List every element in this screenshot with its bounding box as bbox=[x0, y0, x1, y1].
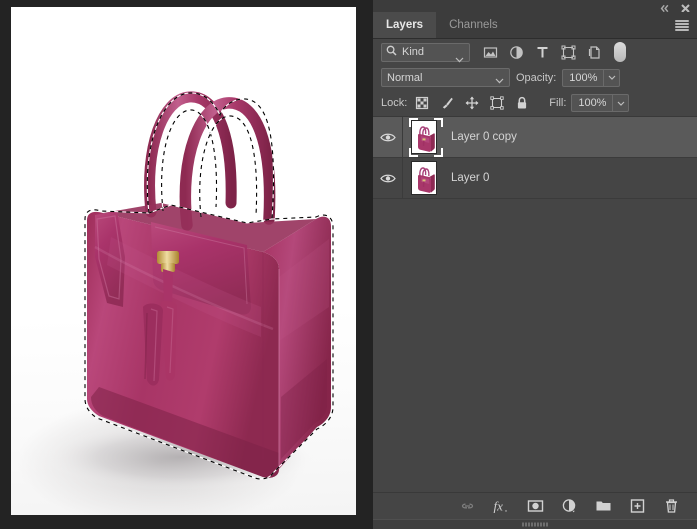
lock-label: Lock: bbox=[381, 97, 408, 109]
chain-link-icon[interactable] bbox=[459, 498, 475, 514]
half-circle-icon[interactable] bbox=[561, 498, 577, 514]
table-row[interactable]: Layer 0 bbox=[373, 158, 697, 199]
opacity-input[interactable]: 100% bbox=[562, 68, 605, 87]
handbag-image bbox=[11, 7, 356, 515]
trash-icon[interactable] bbox=[663, 498, 679, 514]
layer-thumbnail bbox=[411, 120, 437, 154]
search-icon bbox=[386, 43, 397, 61]
half-circle-icon[interactable] bbox=[509, 45, 524, 60]
layer-thumbnail-cell[interactable] bbox=[403, 158, 445, 198]
tab-channels-label: Channels bbox=[449, 19, 498, 31]
fill-input[interactable]: 100% bbox=[571, 94, 614, 112]
tab-layers-label: Layers bbox=[386, 19, 424, 31]
fx-icon[interactable]: fx bbox=[493, 498, 509, 514]
blend-mode-select[interactable]: Normal bbox=[381, 68, 510, 87]
layer-visibility-toggle[interactable] bbox=[373, 158, 403, 198]
move-arrows-icon[interactable] bbox=[465, 96, 479, 110]
fill-stepper[interactable] bbox=[613, 94, 630, 112]
table-row[interactable]: Layer 0 copy bbox=[373, 117, 697, 158]
chevron-down-icon bbox=[455, 50, 464, 68]
blend-mode-row: Normal Opacity: 100% bbox=[373, 65, 697, 90]
opacity-label: Opacity: bbox=[516, 71, 557, 84]
handbag-artwork bbox=[41, 91, 334, 491]
close-icon[interactable] bbox=[680, 1, 691, 13]
document-area bbox=[0, 0, 373, 529]
layer-name: Layer 0 copy bbox=[451, 131, 517, 143]
collapse-to-icons-icon[interactable] bbox=[659, 1, 670, 12]
tab-layers[interactable]: Layers bbox=[373, 12, 437, 38]
layers-panel-body: Kind Normal Opacity: 100% Lock: Fill: 10… bbox=[373, 39, 697, 529]
svg-text:fx: fx bbox=[494, 499, 504, 514]
brush-icon[interactable] bbox=[440, 96, 454, 110]
panel-resize-grip[interactable] bbox=[373, 519, 697, 529]
dock-titlebar bbox=[373, 0, 697, 13]
mask-rect-icon[interactable] bbox=[527, 498, 544, 514]
tab-channels[interactable]: Channels bbox=[436, 12, 511, 38]
eye-icon bbox=[379, 133, 396, 141]
filter-kind-select[interactable]: Kind bbox=[381, 42, 470, 62]
artboard-icon[interactable] bbox=[490, 96, 504, 110]
fill-control: Fill: 100% bbox=[549, 94, 630, 112]
layer-thumbnail-cell[interactable] bbox=[403, 117, 445, 157]
plus-square-icon[interactable] bbox=[629, 498, 645, 514]
panel-menu-icon[interactable] bbox=[675, 20, 689, 31]
padlock-icon[interactable] bbox=[515, 96, 529, 110]
layer-filter-row: Kind bbox=[373, 39, 697, 65]
filter-kind-label: Kind bbox=[402, 46, 425, 58]
layer-visibility-toggle[interactable] bbox=[373, 117, 403, 157]
layer-name: Layer 0 bbox=[451, 172, 490, 184]
opacity-control: 100% bbox=[562, 68, 621, 87]
smart-object-icon[interactable] bbox=[587, 45, 602, 60]
image-canvas[interactable] bbox=[11, 7, 356, 515]
layers-panel-dock: Layers Channels Kind Normal Opacity: 100… bbox=[373, 0, 697, 529]
filter-enable-toggle[interactable] bbox=[614, 42, 626, 62]
fill-label: Fill: bbox=[549, 97, 567, 109]
text-t-icon[interactable] bbox=[535, 45, 550, 60]
lock-icons bbox=[415, 96, 529, 110]
panel-tab-strip: Layers Channels bbox=[373, 12, 697, 39]
lock-row: Lock: Fill: 100% bbox=[373, 90, 697, 116]
blend-mode-value: Normal bbox=[387, 71, 423, 84]
layer-list[interactable]: Layer 0 copy Layer 0 bbox=[373, 116, 697, 492]
folder-icon[interactable] bbox=[595, 498, 611, 514]
eye-icon bbox=[379, 174, 396, 182]
layer-filter-icons bbox=[483, 45, 602, 60]
chevron-down-icon bbox=[495, 75, 504, 87]
image-icon[interactable] bbox=[483, 45, 498, 60]
photoshop-window: Layers Channels Kind Normal Opacity: 100… bbox=[0, 0, 697, 529]
opacity-stepper[interactable] bbox=[604, 68, 621, 87]
shape-bounds-icon[interactable] bbox=[561, 45, 576, 60]
layers-panel-footer: fx bbox=[373, 492, 697, 519]
checkerboard-icon[interactable] bbox=[415, 96, 429, 110]
layer-thumbnail bbox=[411, 161, 437, 195]
